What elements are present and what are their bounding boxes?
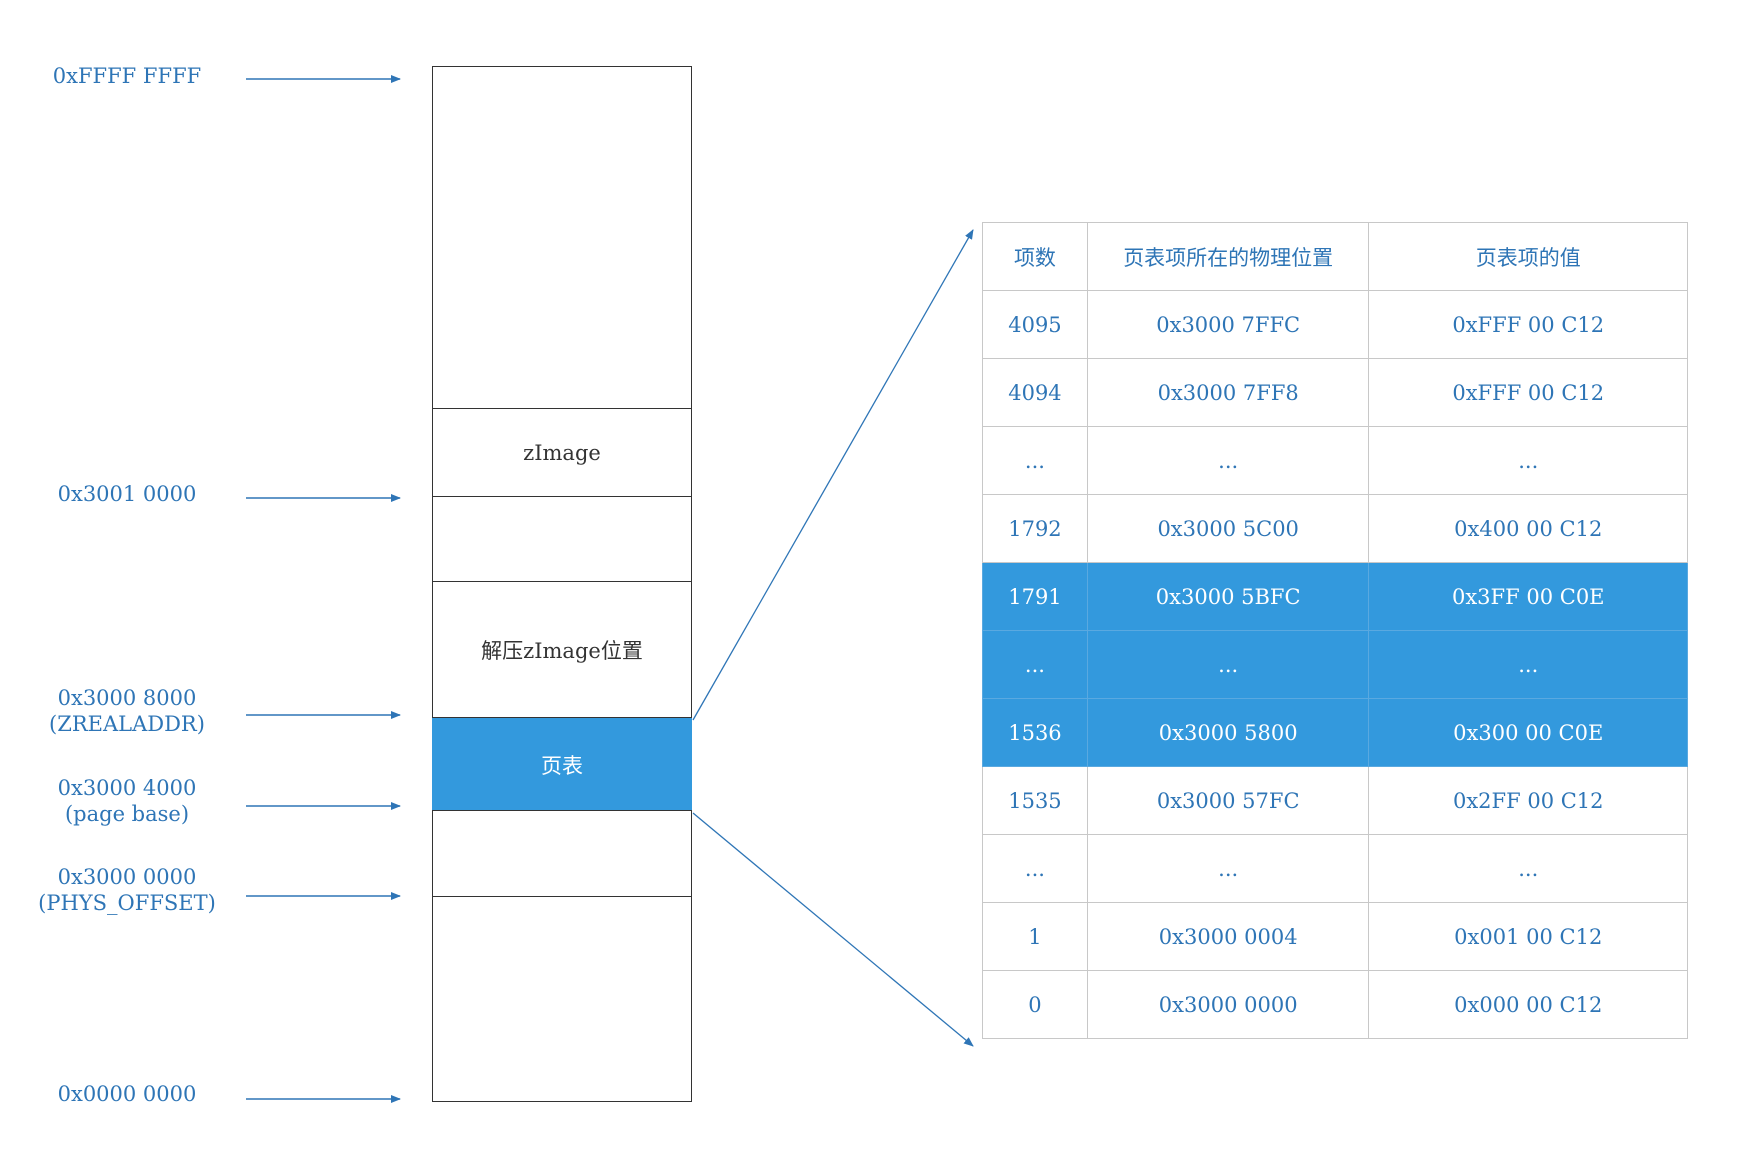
connector-upper <box>692 229 974 721</box>
cell-location: 0x3000 7FFC <box>1086 290 1370 359</box>
cell-location: 0x3000 5800 <box>1086 698 1370 767</box>
cell-index: 4095 <box>982 290 1088 359</box>
cell-index: ... <box>982 834 1088 903</box>
cell-index: 1791 <box>982 562 1088 631</box>
address-pagebase: 0x3000 4000 (page base) <box>12 775 242 827</box>
cell-index: 1536 <box>982 698 1088 767</box>
cell-location: 0x3000 7FF8 <box>1086 358 1370 427</box>
table-row: 1792 0x3000 5C00 0x400 00 C12 <box>982 494 1688 563</box>
cell-value: 0xFFF 00 C12 <box>1368 290 1688 359</box>
memory-top-region <box>432 66 692 410</box>
connector-lower <box>692 812 974 1047</box>
zimage-label: zImage <box>523 441 601 465</box>
header-index: 项数 <box>982 222 1088 291</box>
table-row: 1791 0x3000 5BFC 0x3FF 00 C0E <box>982 562 1688 631</box>
address-top: 0xFFFF FFFF <box>12 63 242 89</box>
address-pagebase-line2: (page base) <box>64 802 190 826</box>
cell-value: 0x000 00 C12 <box>1368 970 1688 1039</box>
address-top-line1: 0xFFFF FFFF <box>52 64 202 88</box>
memory-page-table-region: 页表 <box>432 718 692 811</box>
table-row: ......... <box>982 630 1688 699</box>
address-zreal-line2: (ZREALADDR) <box>49 712 205 736</box>
cell-location: 0x3000 57FC <box>1086 766 1370 835</box>
cell-index: 4094 <box>982 358 1088 427</box>
table-row: 1 0x3000 0004 0x001 00 C12 <box>982 902 1688 971</box>
cell-location: ... <box>1086 426 1370 495</box>
header-location: 页表项所在的物理位置 <box>1086 222 1370 291</box>
address-phys-line1: 0x3000 0000 <box>57 865 197 889</box>
address-bottom: 0x0000 0000 <box>12 1081 242 1107</box>
memory-gap-region <box>432 496 692 583</box>
table-row: 0 0x3000 0000 0x000 00 C12 <box>982 970 1688 1039</box>
cell-index: 0 <box>982 970 1088 1039</box>
cell-index: 1792 <box>982 494 1088 563</box>
cell-location: 0x3000 5C00 <box>1086 494 1370 563</box>
table-row: 1535 0x3000 57FC 0x2FF 00 C12 <box>982 766 1688 835</box>
cell-value: ... <box>1368 834 1688 903</box>
address-pagebase-line1: 0x3000 4000 <box>57 776 197 800</box>
address-zimage: 0x3001 0000 <box>12 481 242 507</box>
cell-value: 0x300 00 C0E <box>1368 698 1688 767</box>
cell-value: 0x001 00 C12 <box>1368 902 1688 971</box>
table-row: 4095 0x3000 7FFC 0xFFF 00 C12 <box>982 290 1688 359</box>
cell-index: 1535 <box>982 766 1088 835</box>
address-zrealaddr: 0x3000 8000 (ZREALADDR) <box>12 685 242 737</box>
table-row: ......... <box>982 834 1688 903</box>
table-row: 4094 0x3000 7FF8 0xFFF 00 C12 <box>982 358 1688 427</box>
address-bottom-line1: 0x0000 0000 <box>57 1082 197 1106</box>
cell-value: ... <box>1368 426 1688 495</box>
memory-lower-gap-region <box>432 810 692 898</box>
cell-location: ... <box>1086 834 1370 903</box>
address-zimage-line1: 0x3001 0000 <box>57 482 197 506</box>
cell-index: ... <box>982 426 1088 495</box>
cell-value: 0x3FF 00 C0E <box>1368 562 1688 631</box>
memory-bottom-region <box>432 896 692 1102</box>
table-row: 1536 0x3000 5800 0x300 00 C0E <box>982 698 1688 767</box>
cell-location: ... <box>1086 630 1370 699</box>
cell-location: 0x3000 5BFC <box>1086 562 1370 631</box>
address-phys-offset: 0x3000 0000 (PHYS_OFFSET) <box>12 864 242 916</box>
page-table: 项数 页表项所在的物理位置 页表项的值 4095 0x3000 7FFC 0xFFF… <box>982 222 1688 1039</box>
cell-location: 0x3000 0000 <box>1086 970 1370 1039</box>
cell-index: ... <box>982 630 1088 699</box>
page-table-label: 页表 <box>541 753 583 778</box>
table-row: ......... <box>982 426 1688 495</box>
memory-zimage-region: zImage <box>432 408 692 498</box>
cell-index: 1 <box>982 902 1088 971</box>
decompress-label: 解压zImage位置 <box>481 638 643 663</box>
address-zreal-line1: 0x3000 8000 <box>57 686 197 710</box>
cell-value: 0x400 00 C12 <box>1368 494 1688 563</box>
memory-decompress-region: 解压zImage位置 <box>432 581 692 718</box>
address-phys-line2: (PHYS_OFFSET) <box>38 891 216 915</box>
cell-value: ... <box>1368 630 1688 699</box>
cell-location: 0x3000 0004 <box>1086 902 1370 971</box>
cell-value: 0x2FF 00 C12 <box>1368 766 1688 835</box>
table-header-row: 项数 页表项所在的物理位置 页表项的值 <box>982 222 1688 291</box>
header-value: 页表项的值 <box>1368 222 1688 291</box>
cell-value: 0xFFF 00 C12 <box>1368 358 1688 427</box>
